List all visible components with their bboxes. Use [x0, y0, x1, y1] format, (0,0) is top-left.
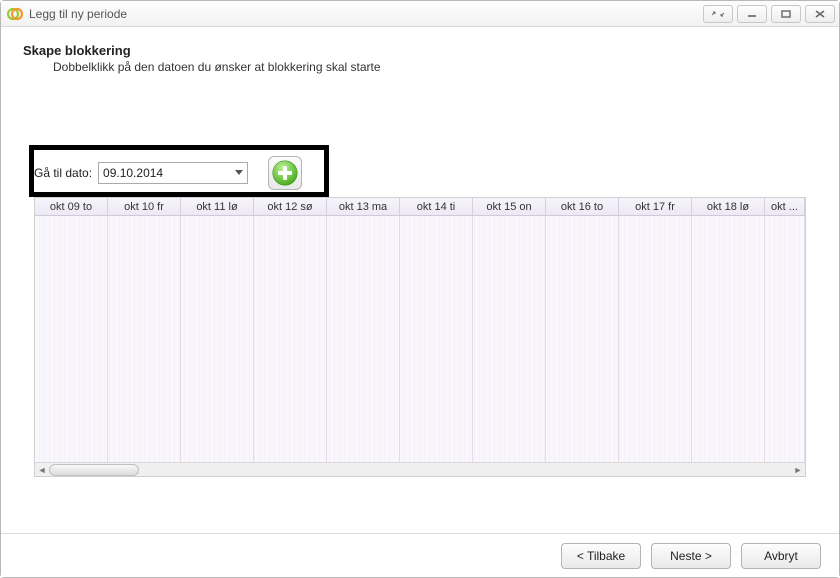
scrollbar-track[interactable]: [49, 464, 791, 476]
calendar-day-col[interactable]: [765, 216, 805, 462]
calendar-day-col[interactable]: [108, 216, 181, 462]
window-title: Legg til ny periode: [29, 7, 127, 21]
cancel-button[interactable]: Avbryt: [741, 543, 821, 569]
calendar-header-overflow[interactable]: okt ...: [765, 198, 805, 215]
back-button[interactable]: < Tilbake: [561, 543, 641, 569]
calendar-day-col[interactable]: [692, 216, 765, 462]
scrollbar-thumb[interactable]: [49, 464, 139, 476]
calendar-header-col[interactable]: okt 13 ma: [327, 198, 400, 215]
goto-date-label: Gå til dato:: [34, 166, 92, 180]
chevron-down-icon[interactable]: [231, 163, 247, 183]
page-heading: Skape blokkering: [23, 43, 823, 58]
plus-icon: [272, 160, 298, 186]
calendar-header-row: okt 09 to okt 10 fr okt 11 lø okt 12 sø …: [35, 198, 805, 216]
maximize-button[interactable]: [771, 5, 801, 23]
add-button[interactable]: [268, 156, 302, 190]
goto-date-row: Gå til dato: 09.10.2014: [34, 158, 302, 188]
scroll-left-arrow-icon[interactable]: ◄: [35, 464, 49, 476]
calendar-header-col[interactable]: okt 11 lø: [181, 198, 254, 215]
calendar-grid[interactable]: okt 09 to okt 10 fr okt 11 lø okt 12 sø …: [34, 197, 806, 477]
calendar-day-col[interactable]: [181, 216, 254, 462]
wizard-footer: < Tilbake Neste > Avbryt: [1, 533, 839, 577]
calendar-header-col[interactable]: okt 17 fr: [619, 198, 692, 215]
titlebar: Legg til ny periode: [1, 1, 839, 27]
calendar-day-col[interactable]: [546, 216, 619, 462]
goto-date-value: 09.10.2014: [99, 166, 231, 180]
calendar-header-col[interactable]: okt 15 on: [473, 198, 546, 215]
page-subheading: Dobbelklikk på den datoen du ønsker at b…: [53, 60, 823, 74]
calendar-body[interactable]: [35, 216, 805, 462]
calendar-day-col[interactable]: [473, 216, 546, 462]
horizontal-scrollbar[interactable]: ◄ ►: [35, 462, 805, 476]
calendar-day-col[interactable]: [327, 216, 400, 462]
next-button[interactable]: Neste >: [651, 543, 731, 569]
calendar-header-col[interactable]: okt 18 lø: [692, 198, 765, 215]
app-icon: [7, 6, 23, 22]
calendar-day-col[interactable]: [254, 216, 327, 462]
calendar-header-col[interactable]: okt 14 ti: [400, 198, 473, 215]
goto-date-input[interactable]: 09.10.2014: [98, 162, 248, 184]
calendar-day-col[interactable]: [619, 216, 692, 462]
dialog-window: Legg til ny periode Skape blokkering Dob…: [0, 0, 840, 578]
calendar-header-col[interactable]: okt 12 sø: [254, 198, 327, 215]
close-button[interactable]: [805, 5, 835, 23]
calendar-header-col[interactable]: okt 10 fr: [108, 198, 181, 215]
calendar-day-col[interactable]: [400, 216, 473, 462]
content-area: Skape blokkering Dobbelklikk på den dato…: [1, 27, 839, 577]
calendar-header-col[interactable]: okt 16 to: [546, 198, 619, 215]
calendar-day-col[interactable]: [35, 216, 108, 462]
scroll-right-arrow-icon[interactable]: ►: [791, 464, 805, 476]
minimize-button[interactable]: [737, 5, 767, 23]
sync-button[interactable]: [703, 5, 733, 23]
calendar-header-col[interactable]: okt 09 to: [35, 198, 108, 215]
